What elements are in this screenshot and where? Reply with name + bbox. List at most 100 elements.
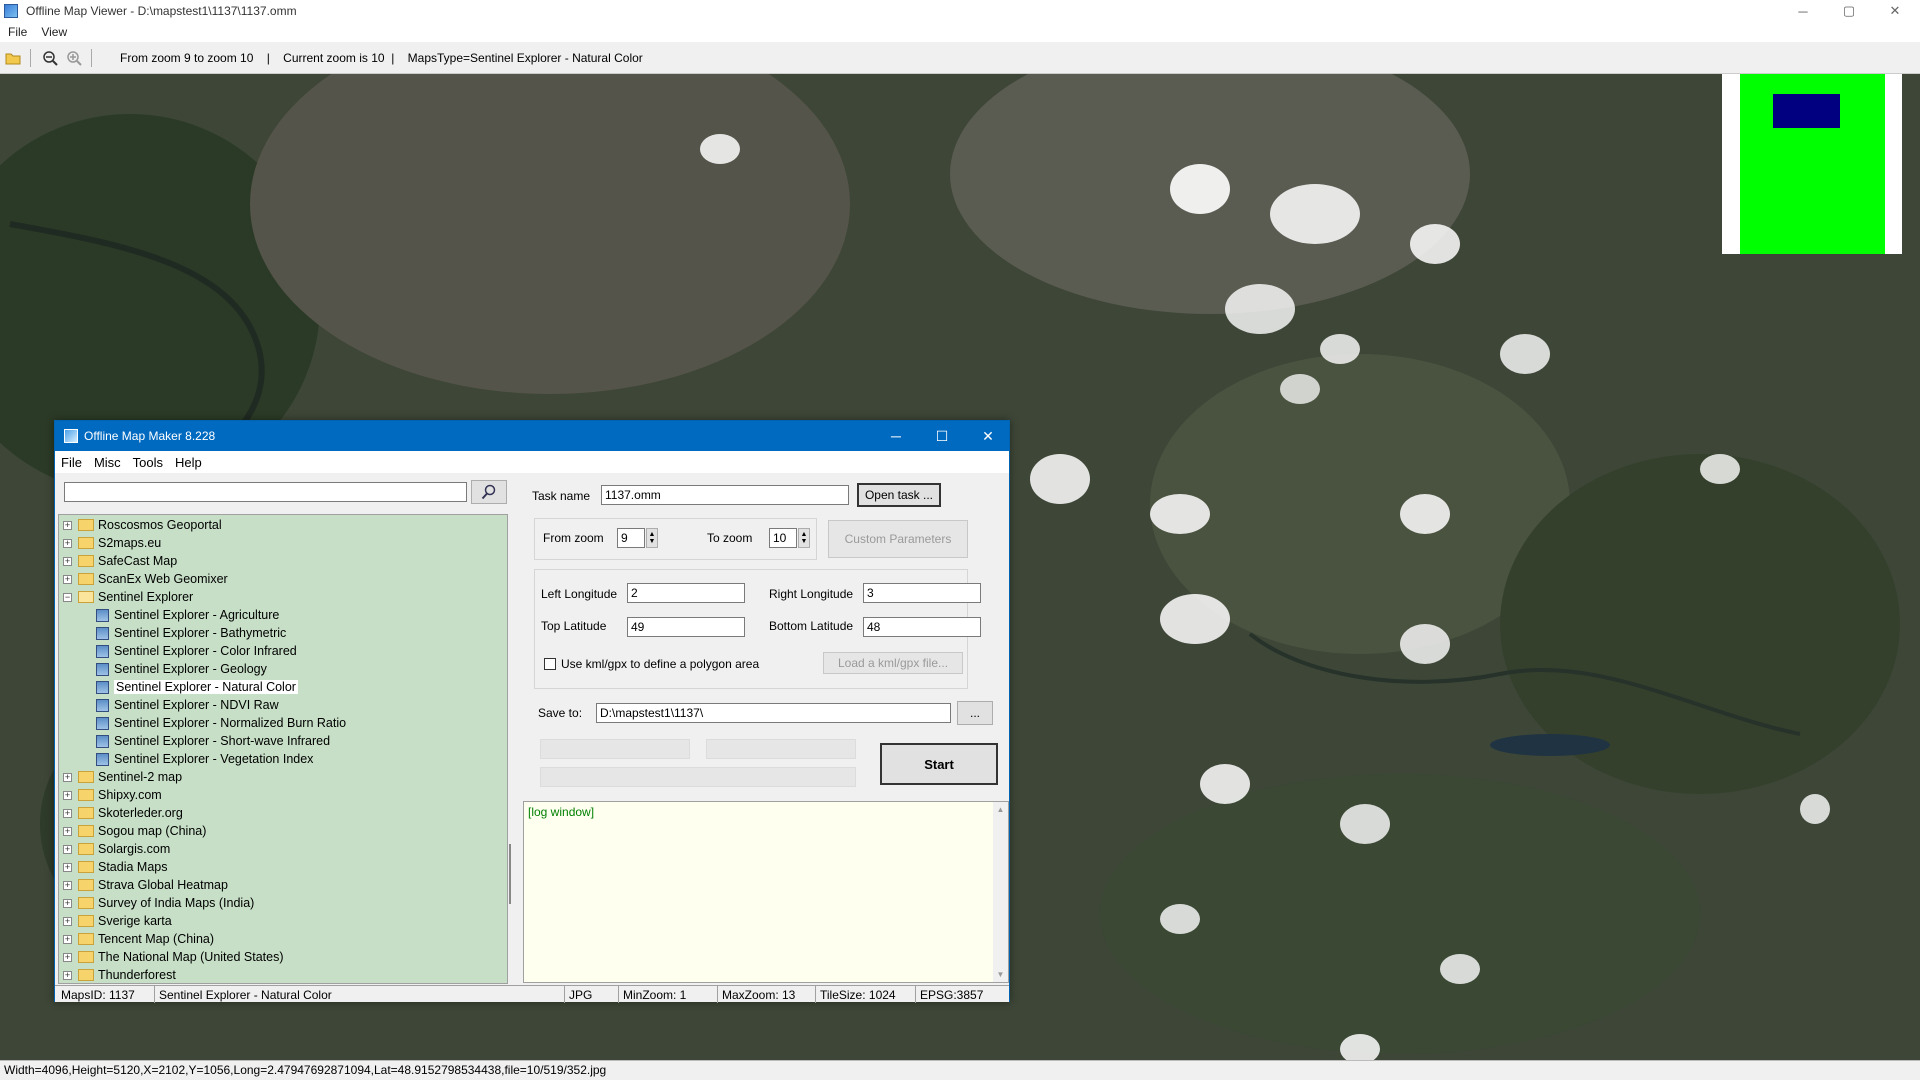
expand-icon[interactable]: +	[63, 574, 72, 584]
map-layer-icon	[96, 608, 109, 622]
to-zoom-spinner[interactable]: ▲ ▼	[798, 528, 810, 548]
bottom-latitude-input[interactable]	[863, 617, 981, 637]
map-type-tree[interactable]: + Roscosmos Geoportal + S2maps.eu + SafeCast …	[58, 514, 508, 984]
tree-item-label: Sentinel Explorer - Normalized Burn Rati…	[114, 716, 347, 730]
tree-scrollbar[interactable]	[509, 514, 512, 984]
tree-folder-item[interactable]: + Skoterleder.org	[63, 804, 183, 822]
start-button[interactable]: Start	[880, 743, 998, 785]
tree-folder-item[interactable]: + Sogou map (China)	[63, 822, 206, 840]
tree-map-item[interactable]: Sentinel Explorer - Vegetation Index	[96, 750, 313, 768]
left-longitude-input[interactable]	[627, 583, 745, 603]
folder-icon	[78, 933, 94, 945]
task-name-input[interactable]	[601, 485, 849, 505]
log-scrollbar[interactable]: ▲ ▼	[993, 802, 1008, 982]
expand-icon[interactable]: +	[63, 808, 72, 818]
zoom-in-button[interactable]	[63, 47, 85, 69]
scroll-down-icon[interactable]: ▼	[993, 970, 1008, 979]
dialog-menu-misc[interactable]: Misc	[94, 455, 121, 470]
right-longitude-input[interactable]	[863, 583, 981, 603]
open-task-button[interactable]: Open task ...	[857, 483, 941, 507]
load-kml-button[interactable]: Load a kml/gpx file...	[823, 652, 963, 674]
tree-item-label: Sentinel Explorer - Bathymetric	[114, 626, 287, 640]
map-search-input[interactable]	[64, 482, 467, 502]
collapse-icon[interactable]: −	[63, 592, 72, 602]
tree-folder-item[interactable]: + Thunderforest	[63, 966, 176, 983]
tree-item-label: SafeCast Map	[98, 554, 178, 568]
close-button[interactable]: ✕	[1872, 0, 1918, 22]
tree-folder-item[interactable]: + ScanEx Web Geomixer	[63, 570, 228, 588]
top-latitude-input[interactable]	[627, 617, 745, 637]
zoom-out-icon	[43, 50, 58, 66]
expand-icon[interactable]: +	[63, 862, 72, 872]
tree-map-item[interactable]: Sentinel Explorer - Short-wave Infrared	[96, 732, 330, 750]
tree-item-label: Sverige karta	[98, 914, 172, 928]
kml-checkbox[interactable]	[544, 658, 556, 670]
tree-folder-item[interactable]: + Strava Global Heatmap	[63, 876, 228, 894]
menu-file[interactable]: File	[8, 25, 27, 39]
browse-folder-button[interactable]: ...	[957, 701, 993, 725]
expand-icon[interactable]: +	[63, 916, 72, 926]
tree-map-item[interactable]: Sentinel Explorer - Color Infrared	[96, 642, 297, 660]
tree-folder-item[interactable]: + Sverige karta	[63, 912, 172, 930]
tree-map-item[interactable]: Sentinel Explorer - Bathymetric	[96, 624, 286, 642]
folder-icon	[78, 861, 94, 873]
app-titlebar: Offline Map Viewer - D:\mapstest1\1137\1…	[0, 0, 1920, 22]
maps-id: MapsID: 1137	[61, 988, 135, 1002]
tree-folder-item[interactable]: + Solargis.com	[63, 840, 170, 858]
tree-map-item[interactable]: Sentinel Explorer - NDVI Raw	[96, 696, 279, 714]
tree-folder-item[interactable]: + Sentinel-2 map	[63, 768, 182, 786]
tree-map-item[interactable]: Sentinel Explorer - Agriculture	[96, 606, 279, 624]
expand-icon[interactable]: +	[63, 520, 72, 530]
tile-size: TileSize: 1024	[820, 988, 896, 1002]
dialog-menu-file[interactable]: File	[61, 455, 82, 470]
tree-map-item[interactable]: Sentinel Explorer - Geology	[96, 660, 267, 678]
folder-icon	[78, 519, 94, 531]
scroll-up-icon[interactable]: ▲	[993, 805, 1008, 814]
dialog-minimize-button[interactable]: ─	[873, 421, 919, 451]
open-folder-button[interactable]	[2, 47, 24, 69]
expand-icon[interactable]: +	[63, 826, 72, 836]
from-zoom-input[interactable]	[617, 528, 645, 548]
custom-parameters-button[interactable]: Custom Parameters	[828, 520, 968, 558]
zoom-out-button[interactable]	[39, 47, 61, 69]
tree-folder-item[interactable]: + SafeCast Map	[63, 552, 177, 570]
tree-folder-item[interactable]: − Sentinel Explorer	[63, 588, 193, 606]
from-zoom-spinner[interactable]: ▲ ▼	[646, 528, 658, 548]
maximize-button[interactable]: ▢	[1826, 0, 1872, 22]
dialog-close-button[interactable]: ✕	[965, 421, 1011, 451]
expand-icon[interactable]: +	[63, 556, 72, 566]
dialog-menu-help[interactable]: Help	[175, 455, 202, 470]
expand-icon[interactable]: +	[63, 538, 72, 548]
overview-minimap[interactable]	[1722, 74, 1902, 254]
expand-icon[interactable]: +	[63, 898, 72, 908]
expand-icon[interactable]: +	[63, 970, 72, 980]
save-to-input[interactable]	[596, 703, 951, 723]
expand-icon[interactable]: +	[63, 772, 72, 782]
log-window[interactable]: [log window] ▲ ▼	[523, 801, 1009, 983]
tree-folder-item[interactable]: + Survey of India Maps (India)	[63, 894, 254, 912]
expand-icon[interactable]: +	[63, 952, 72, 962]
expand-icon[interactable]: +	[63, 844, 72, 854]
expand-icon[interactable]: +	[63, 934, 72, 944]
dialog-menu-tools[interactable]: Tools	[133, 455, 163, 470]
tree-folder-item[interactable]: + Stadia Maps	[63, 858, 167, 876]
minimize-button[interactable]: ─	[1780, 0, 1826, 22]
expand-icon[interactable]: +	[63, 790, 72, 800]
search-button[interactable]	[471, 480, 507, 504]
dialog-maximize-button[interactable]: ☐	[919, 421, 965, 451]
tree-map-item[interactable]: Sentinel Explorer - Normalized Burn Rati…	[96, 714, 346, 732]
menu-view[interactable]: View	[41, 25, 67, 39]
tree-map-item[interactable]: Sentinel Explorer - Natural Color	[96, 678, 298, 696]
status-separator	[915, 986, 916, 1003]
tree-folder-item[interactable]: + Tencent Map (China)	[63, 930, 214, 948]
expand-icon[interactable]: +	[63, 880, 72, 890]
tree-folder-item[interactable]: + S2maps.eu	[63, 534, 161, 552]
tree-folder-item[interactable]: + The National Map (United States)	[63, 948, 284, 966]
map-layer-icon	[96, 752, 109, 766]
tree-scroll-thumb[interactable]	[509, 844, 511, 904]
tree-folder-item[interactable]: + Roscosmos Geoportal	[63, 516, 222, 534]
minimap-viewport-indicator[interactable]	[1773, 94, 1840, 128]
tree-folder-item[interactable]: + Shipxy.com	[63, 786, 162, 804]
map-layer-icon	[96, 734, 109, 748]
to-zoom-input[interactable]	[769, 528, 797, 548]
